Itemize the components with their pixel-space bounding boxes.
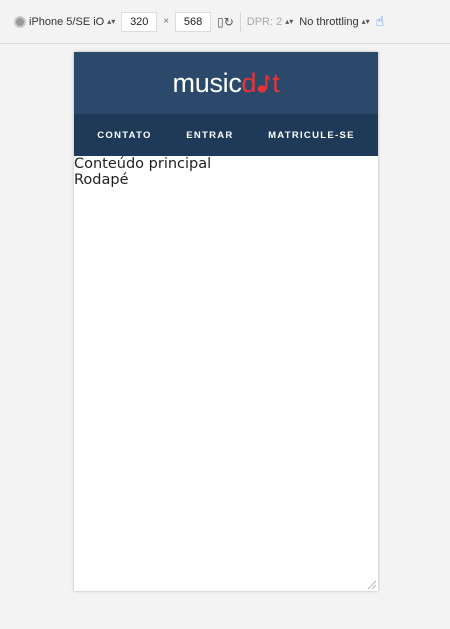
main-content: Conteúdo principal (74, 156, 212, 172)
site-header: music d t (74, 52, 378, 114)
chevron-updown-icon: ▴▾ (285, 17, 294, 26)
chevron-updown-icon: ▴▾ (107, 17, 116, 26)
times-symbol: × (163, 16, 170, 27)
musicdot-logo[interactable]: music d t (173, 68, 280, 99)
main-nav: CONTATO ENTRAR MATRICULE-SE (74, 114, 378, 156)
logo-accent-t: t (272, 67, 280, 98)
dpr-selector[interactable]: DPR: 2 ▴▾ (247, 16, 294, 28)
device-icon (14, 15, 26, 28)
logo-text: music (172, 67, 242, 98)
toolbar-divider (239, 11, 241, 32)
footer: Rodapé (74, 172, 129, 188)
device-viewport: music d t CONTATO ENTRAR MATRICULE-SE Co… (74, 52, 378, 591)
music-note-icon (257, 74, 270, 93)
nav-entrar[interactable]: ENTRAR (186, 130, 233, 141)
height-input[interactable]: 568 (175, 11, 212, 32)
chevron-updown-icon: ▴▾ (361, 17, 370, 26)
rotate-icon[interactable]: ▯↻ (217, 15, 234, 29)
logo-accent-d: d (241, 67, 257, 98)
touch-hand-icon[interactable]: ☝ (376, 13, 385, 30)
throttling-label: No throttling (299, 15, 359, 28)
dpr-label: DPR: 2 (246, 15, 283, 28)
nav-matricule-se[interactable]: MATRICULE-SE (268, 130, 355, 141)
device-toolbar: iPhone 5/SE iO ▴▾ 320 × 568 ▯↻ DPR: 2 ▴▾… (0, 0, 450, 44)
width-input[interactable]: 320 (121, 11, 158, 32)
device-selector[interactable]: iPhone 5/SE iO ▴▾ (14, 15, 116, 28)
throttling-selector[interactable]: No throttling ▴▾ (299, 16, 369, 28)
nav-contato[interactable]: CONTATO (97, 130, 152, 141)
device-name: iPhone 5/SE iO (29, 15, 105, 28)
resize-grip-icon[interactable] (366, 579, 376, 589)
